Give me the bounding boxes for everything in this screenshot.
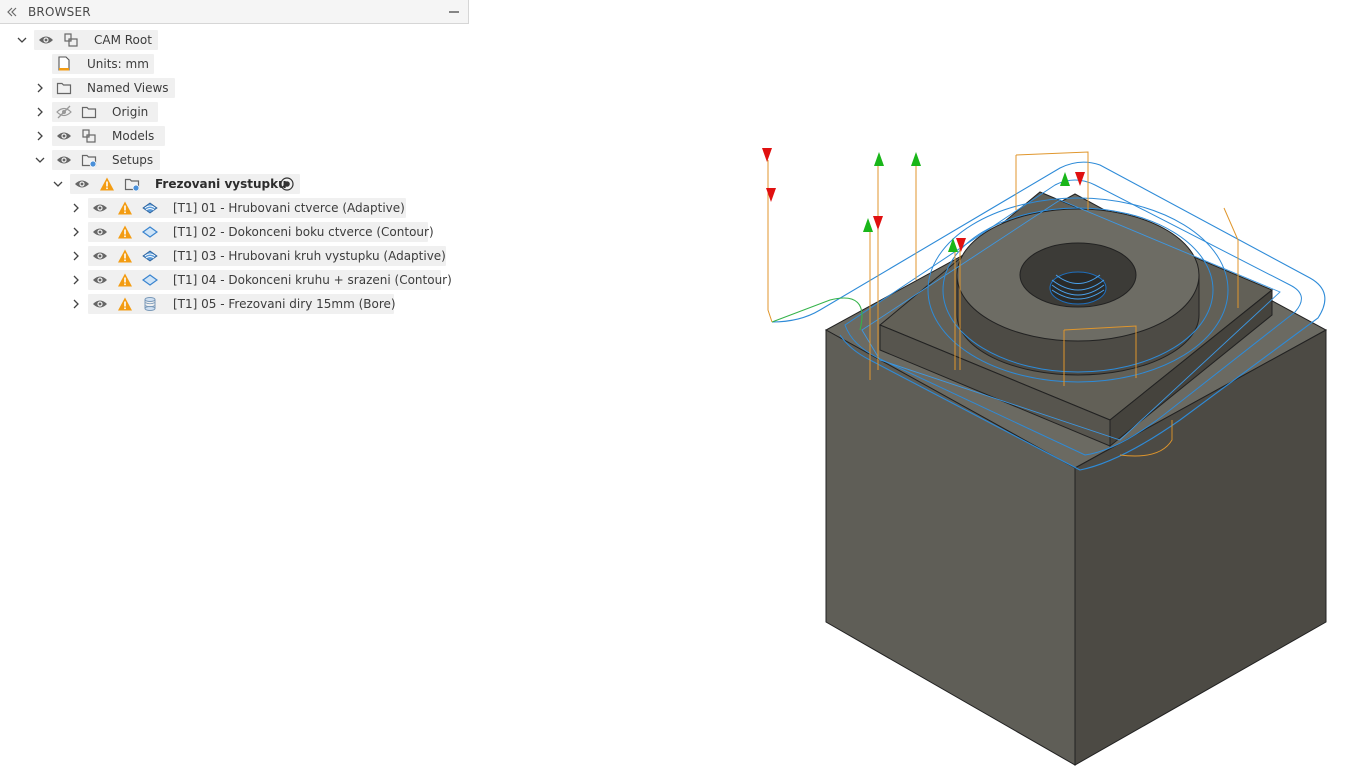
component-icon: [82, 129, 96, 143]
chevron-right-icon[interactable]: [34, 130, 46, 142]
folder-icon: [56, 82, 72, 95]
tree-node-operation[interactable]: [T1] 01 - Hrubovani ctverce (Adaptive): [0, 196, 469, 220]
chevron-right-icon[interactable]: [70, 298, 82, 310]
tree-node-label: Frezovani vystupku: [155, 177, 287, 191]
warning-icon: [118, 273, 132, 287]
warning-icon: [118, 225, 132, 239]
setup-folder-icon: [124, 178, 140, 192]
eye-icon[interactable]: [56, 152, 72, 168]
eye-icon[interactable]: [92, 296, 108, 312]
contour-icon: [142, 274, 158, 286]
tree-node-setups[interactable]: Setups: [0, 148, 469, 172]
round-boss: [956, 208, 1200, 376]
adaptive-icon: [142, 202, 158, 214]
tree-node-label: Named Views: [87, 81, 169, 95]
chevron-down-icon[interactable]: [34, 154, 46, 166]
bore-icon: [144, 297, 156, 311]
eye-icon[interactable]: [92, 272, 108, 288]
eye-icon[interactable]: [38, 32, 54, 48]
collapse-panel-icon[interactable]: [6, 5, 18, 19]
tree-node-label: [T1] 04 - Dokonceni kruhu + srazeni (Con…: [173, 273, 452, 287]
tree-node-operation[interactable]: [T1] 05 - Frezovani diry 15mm (Bore): [0, 292, 469, 316]
tree-node-label: [T1] 03 - Hrubovani kruh vystupku (Adapt…: [173, 249, 446, 263]
radio-active-icon[interactable]: [279, 176, 295, 192]
warning-icon: [118, 201, 132, 215]
tree-node-models[interactable]: Models: [0, 124, 469, 148]
component-icon: [64, 33, 78, 47]
chevron-right-icon[interactable]: [34, 82, 46, 94]
tree-node-label: [T1] 05 - Frezovani diry 15mm (Bore): [173, 297, 396, 311]
tree-node-operation[interactable]: [T1] 03 - Hrubovani kruh vystupku (Adapt…: [0, 244, 469, 268]
eye-icon[interactable]: [92, 224, 108, 240]
chevron-right-icon[interactable]: [70, 226, 82, 238]
eye-icon[interactable]: [92, 200, 108, 216]
cam-viewport[interactable]: [740, 130, 1350, 770]
eye-icon[interactable]: [56, 128, 72, 144]
tree-node-label: [T1] 01 - Hrubovani ctverce (Adaptive): [173, 201, 405, 215]
chevron-down-icon[interactable]: [16, 34, 28, 46]
chevron-down-icon[interactable]: [52, 178, 64, 190]
setup-folder-icon: [81, 154, 97, 168]
tree-node-origin[interactable]: Origin: [0, 100, 469, 124]
tree-node-named-views[interactable]: Named Views: [0, 76, 469, 100]
tree-node-setup[interactable]: Frezovani vystupku: [0, 172, 469, 196]
tree-node-label: Origin: [112, 105, 149, 119]
warning-icon: [118, 249, 132, 263]
tree-node-cam-root[interactable]: CAM Root: [0, 28, 469, 52]
tree-node-operation[interactable]: [T1] 02 - Dokonceni boku ctverce (Contou…: [0, 220, 469, 244]
eye-icon[interactable]: [74, 176, 90, 192]
chevron-right-icon[interactable]: [34, 106, 46, 118]
folder-icon: [81, 106, 97, 119]
chevron-right-icon[interactable]: [70, 274, 82, 286]
tree-node-units[interactable]: Units: mm: [0, 52, 469, 76]
tree-node-label: [T1] 02 - Dokonceni boku ctverce (Contou…: [173, 225, 434, 239]
document-icon: [58, 56, 70, 71]
contour-icon: [142, 226, 158, 238]
warning-icon: [118, 297, 132, 311]
warning-icon: [100, 177, 114, 191]
chevron-right-icon[interactable]: [70, 202, 82, 214]
adaptive-icon: [142, 250, 158, 262]
browser-title: BROWSER: [28, 5, 91, 19]
browser-header: BROWSER: [0, 0, 469, 24]
tree-node-operation[interactable]: [T1] 04 - Dokonceni kruhu + srazeni (Con…: [0, 268, 469, 292]
chevron-right-icon[interactable]: [70, 250, 82, 262]
tree-node-label: Units: mm: [87, 57, 149, 71]
tree-node-label: Models: [112, 129, 155, 143]
tree-node-label: Setups: [112, 153, 154, 167]
tree-node-label: CAM Root: [94, 33, 152, 47]
minimize-icon[interactable]: [447, 5, 461, 19]
eye-hidden-icon[interactable]: [56, 104, 72, 120]
eye-icon[interactable]: [92, 248, 108, 264]
